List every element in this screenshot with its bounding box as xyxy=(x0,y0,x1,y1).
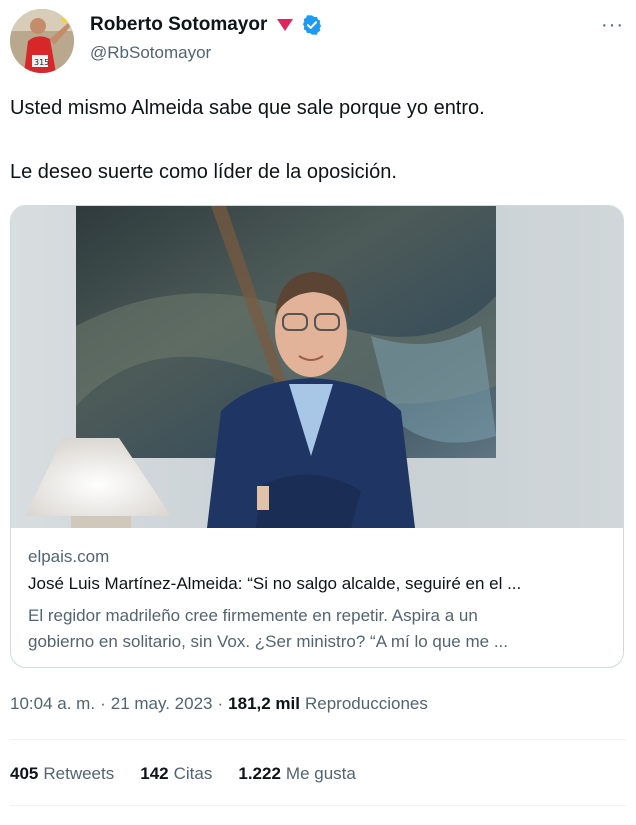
card-description-line-1: El regidor madrileño cree firmemente en … xyxy=(28,606,478,625)
card-title: José Luis Martínez-Almeida: “Si no salgo… xyxy=(28,574,522,593)
name-row: Roberto Sotomayor xyxy=(90,14,323,36)
tweet-time[interactable]: 10:04 a. m. xyxy=(10,694,95,714)
retweets-label: Retweets xyxy=(43,764,115,783)
display-name[interactable]: Roberto Sotomayor xyxy=(90,14,267,36)
divider xyxy=(10,805,626,806)
tweet-text-line-1: Usted mismo Almeida sabe que sale porque… xyxy=(10,97,485,119)
card-domain: elpais.com xyxy=(28,547,110,566)
retweets-stat[interactable]: 405 Retweets xyxy=(10,764,114,784)
likes-count: 1.222 xyxy=(238,764,281,783)
handle[interactable]: @RbSotomayor xyxy=(90,43,211,63)
tweet: 315 Roberto Sotomayor @RbSotomayor ··· U… xyxy=(0,0,636,825)
more-options-icon[interactable]: ··· xyxy=(601,14,624,37)
retweets-count: 405 xyxy=(10,764,39,783)
likes-stat[interactable]: 1.222 Me gusta xyxy=(238,764,355,784)
svg-text:315: 315 xyxy=(34,58,49,67)
card-image xyxy=(11,206,623,528)
tweet-meta: 10:04 a. m. · 21 may. 2023 · 181,2 mil R… xyxy=(10,694,428,714)
quotes-count: 142 xyxy=(140,764,169,783)
avatar[interactable]: 315 xyxy=(10,9,74,73)
likes-label: Me gusta xyxy=(285,764,356,783)
verified-badge-icon xyxy=(303,15,322,35)
tweet-date[interactable]: 21 may. 2023 xyxy=(111,694,213,714)
views-label: Reproducciones xyxy=(305,694,428,713)
tweet-text-line-2: Le deseo suerte como líder de la oposici… xyxy=(10,161,397,183)
engagement-stats: 405 Retweets 142 Citas 1.222 Me gusta xyxy=(10,764,356,784)
views-count: 181,2 mil xyxy=(228,694,300,713)
card-description: El regidor madrileño cree firmemente en … xyxy=(28,603,608,655)
red-triangle-icon xyxy=(277,19,294,31)
card-description-line-2: gobierno en solitario, sin Vox. ¿Ser min… xyxy=(28,632,508,651)
quotes-label: Citas xyxy=(173,764,213,783)
divider xyxy=(10,739,626,740)
quotes-stat[interactable]: 142 Citas xyxy=(140,764,212,784)
meta-separator: · xyxy=(217,694,224,713)
link-card[interactable]: elpais.com José Luis Martínez-Almeida: “… xyxy=(10,205,624,668)
meta-separator: · xyxy=(100,694,106,713)
runner-avatar-image: 315 xyxy=(10,9,74,73)
